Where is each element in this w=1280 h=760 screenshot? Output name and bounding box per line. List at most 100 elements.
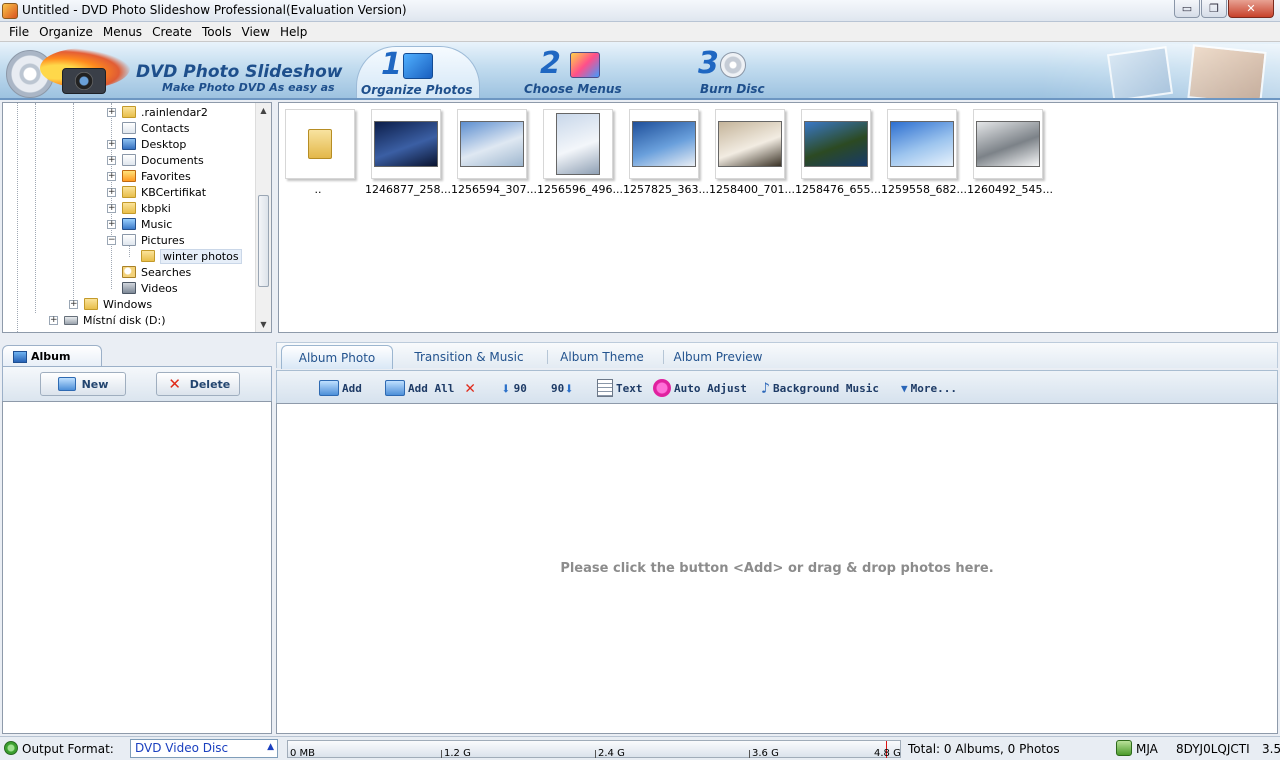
disc-capacity-bar: 0 MB 1.2 G 2.4 G 3.6 G 4.8 G xyxy=(287,740,901,759)
rotate-right-button[interactable]: 90 ⬇ xyxy=(551,378,577,398)
step-number: 2 xyxy=(540,46,561,81)
collapse-icon[interactable]: − xyxy=(107,235,116,245)
expand-icon[interactable]: + xyxy=(107,139,116,149)
more-dropdown-icon: ▼ xyxy=(901,381,908,395)
tree-item-rainlendar2[interactable]: + .rainlendar2 xyxy=(107,104,208,120)
maximize-button[interactable]: ❐ xyxy=(1201,0,1227,18)
tree-item-favorites[interactable]: + Favorites xyxy=(107,168,191,184)
album-list[interactable] xyxy=(2,401,272,734)
tree-item-kbpki[interactable]: + kbpki xyxy=(107,200,171,216)
tree-item-videos[interactable]: Videos xyxy=(107,280,178,296)
tab-album-photo[interactable]: Album Photo xyxy=(281,345,393,369)
thumbnail-caption: 1258476_655... xyxy=(795,183,881,196)
scroll-thumb[interactable] xyxy=(258,195,269,287)
expand-icon[interactable]: + xyxy=(69,299,78,309)
expand-icon[interactable]: + xyxy=(107,155,116,165)
add-photo-button[interactable]: Add xyxy=(319,378,362,398)
photo-drop-area[interactable]: Please click the button <Add> or drag & … xyxy=(276,403,1278,734)
menu-menus[interactable]: Menus xyxy=(98,25,147,39)
menu-bar: File Organize Menus Create Tools View He… xyxy=(0,22,1280,42)
folder-tree[interactable]: + .rainlendar2 Contacts + Desktop + Docu… xyxy=(2,102,272,333)
tree-item-pictures[interactable]: − Pictures xyxy=(107,232,185,248)
tree-item-label: Pictures xyxy=(141,233,185,247)
album-tab[interactable]: Album xyxy=(2,345,102,367)
remove-photo-button[interactable]: ✕ xyxy=(465,378,478,398)
thumbnail-photo[interactable]: 1260492_545... xyxy=(967,109,1053,196)
tree-item-searches[interactable]: Searches xyxy=(107,264,191,280)
scroll-up-icon[interactable]: ▲ xyxy=(256,103,271,118)
tree-item-winter-photos[interactable]: winter photos xyxy=(141,248,242,264)
tree-item-windows[interactable]: + Windows xyxy=(69,296,152,312)
tab-album-theme[interactable]: Album Theme xyxy=(549,345,655,369)
menu-help[interactable]: Help xyxy=(275,25,312,39)
tree-item-local-disk-d[interactable]: + Místní disk (D:) xyxy=(49,312,166,328)
thumbnail-frame xyxy=(887,109,957,179)
tree-item-documents[interactable]: + Documents xyxy=(107,152,204,168)
step-burn-disc[interactable]: 3 Burn Disc xyxy=(694,46,804,98)
tree-item-music[interactable]: + Music xyxy=(107,216,172,232)
expand-icon[interactable]: + xyxy=(49,315,58,325)
tree-item-label: Místní disk (D:) xyxy=(83,313,166,327)
tree-scrollbar[interactable]: ▲ ▼ xyxy=(255,103,271,332)
menu-tools[interactable]: Tools xyxy=(197,25,237,39)
text-label: Text xyxy=(616,381,643,395)
expand-icon[interactable]: + xyxy=(107,219,116,229)
registration-code: 8DYJ0LQJCTI xyxy=(1176,742,1250,756)
expand-icon[interactable]: + xyxy=(107,187,116,197)
step-choose-menus[interactable]: 2 Choose Menus xyxy=(520,46,630,98)
music-icon xyxy=(122,218,136,230)
auto-adjust-icon xyxy=(653,379,671,397)
text-button[interactable]: Text xyxy=(597,378,643,398)
user-icon xyxy=(1116,740,1132,756)
expand-icon[interactable]: + xyxy=(107,107,116,117)
minimize-button[interactable]: ▭ xyxy=(1174,0,1200,18)
thumbnail-photo[interactable]: 1256596_496... xyxy=(537,109,623,196)
expand-icon[interactable]: + xyxy=(107,203,116,213)
expand-icon[interactable]: + xyxy=(107,171,116,181)
more-button[interactable]: ▼ More... xyxy=(901,378,957,398)
thumbnail-photo[interactable]: 1258400_701... xyxy=(709,109,795,196)
tree-item-label: winter photos xyxy=(160,248,242,264)
rotate-left-label: 90 xyxy=(513,381,527,395)
total-count: Total: 0 Albums, 0 Photos xyxy=(908,742,1060,756)
photo-toolbar: Add Add All ✕ ⬇ 90 90 ⬇ Text Auto Adjust… xyxy=(276,370,1278,404)
desktop-icon xyxy=(122,138,136,150)
thumbnail-photo[interactable]: 1257825_363... xyxy=(623,109,709,196)
version-label: 3.5 xyxy=(1262,742,1280,756)
menu-organize[interactable]: Organize xyxy=(34,25,98,39)
output-format-label: Output Format: xyxy=(22,742,114,756)
delete-album-label: Delete xyxy=(189,377,231,391)
auto-adjust-button[interactable]: Auto Adjust xyxy=(653,378,747,398)
tree-item-desktop[interactable]: + Desktop xyxy=(107,136,186,152)
capacity-tick-label: 4.8 G xyxy=(874,748,901,759)
tab-transition-music[interactable]: Transition & Music xyxy=(407,345,531,369)
thumbnail-photo[interactable]: 1256594_307... xyxy=(451,109,537,196)
thumbnail-caption: 1256594_307... xyxy=(451,183,537,196)
thumbnail-frame xyxy=(801,109,871,179)
thumbnail-photo[interactable]: 1258476_655... xyxy=(795,109,881,196)
scroll-down-icon[interactable]: ▼ xyxy=(256,317,271,332)
new-album-button[interactable]: New xyxy=(40,372,126,396)
capacity-tick-label: 2.4 G xyxy=(598,748,625,759)
tab-album-preview[interactable]: Album Preview xyxy=(665,345,771,369)
close-button[interactable]: ✕ xyxy=(1228,0,1274,18)
thumbnail-parent-folder[interactable]: .. xyxy=(279,109,365,196)
output-format-select[interactable]: DVD Video Disc ▲ xyxy=(130,739,278,758)
rotate-right-label: 90 xyxy=(551,381,565,395)
tree-item-contacts[interactable]: Contacts xyxy=(107,120,190,136)
music-note-icon: ♪ xyxy=(761,379,771,397)
drop-hint: Please click the button <Add> or drag & … xyxy=(560,561,994,576)
thumbnail-photo[interactable]: 1259558_682... xyxy=(881,109,967,196)
add-all-button[interactable]: Add All xyxy=(385,378,454,398)
thumbnail-photo[interactable]: 1246877_258... xyxy=(365,109,451,196)
menu-create[interactable]: Create xyxy=(147,25,197,39)
menu-file[interactable]: File xyxy=(4,25,34,39)
step-organize-photos[interactable]: 1 Organize Photos xyxy=(356,46,480,98)
delete-album-button[interactable]: ✕ Delete xyxy=(156,372,240,396)
menu-view[interactable]: View xyxy=(237,25,275,39)
rotate-left-button[interactable]: ⬇ 90 xyxy=(501,378,527,398)
folder-icon xyxy=(308,129,332,159)
tree-item-kbcertifikat[interactable]: + KBCertifikat xyxy=(107,184,206,200)
background-music-button[interactable]: ♪ Background Music xyxy=(761,378,879,398)
photo-image xyxy=(632,121,696,167)
